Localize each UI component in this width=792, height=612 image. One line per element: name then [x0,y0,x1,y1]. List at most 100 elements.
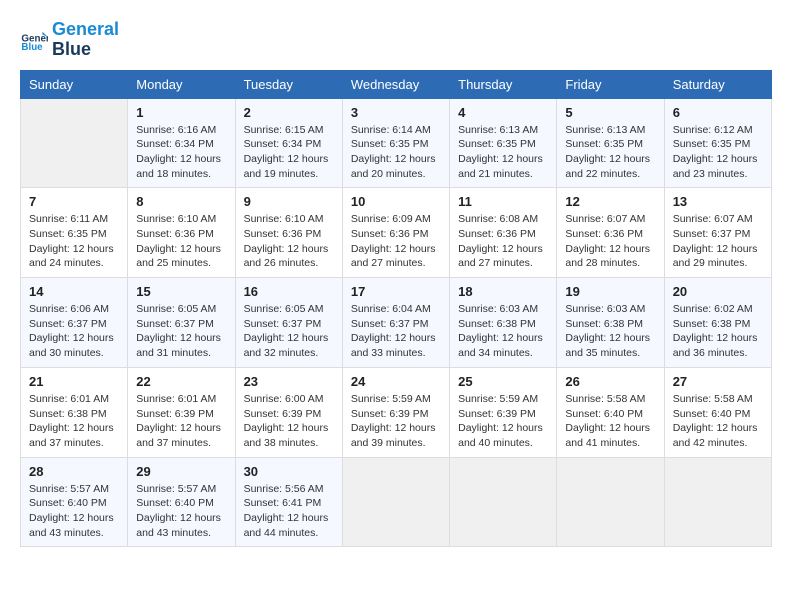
week-row-1: 1 Sunrise: 6:16 AM Sunset: 6:34 PM Daylig… [21,98,772,188]
calendar-cell [342,457,449,547]
day-number: 24 [351,374,441,389]
header-day-monday: Monday [128,70,235,98]
day-info: Sunrise: 6:13 AM Sunset: 6:35 PM Dayligh… [458,123,548,182]
calendar-cell: 10 Sunrise: 6:09 AM Sunset: 6:36 PM Dayli… [342,188,449,278]
day-info: Sunrise: 6:05 AM Sunset: 6:37 PM Dayligh… [244,302,334,361]
day-number: 29 [136,464,226,479]
day-number: 13 [673,194,763,209]
logo-icon: General Blue [20,26,48,54]
day-number: 6 [673,105,763,120]
calendar-cell: 18 Sunrise: 6:03 AM Sunset: 6:38 PM Dayli… [450,278,557,368]
day-info: Sunrise: 6:07 AM Sunset: 6:36 PM Dayligh… [565,212,655,271]
day-number: 9 [244,194,334,209]
day-number: 7 [29,194,119,209]
calendar-cell [21,98,128,188]
calendar-cell: 1 Sunrise: 6:16 AM Sunset: 6:34 PM Daylig… [128,98,235,188]
day-number: 26 [565,374,655,389]
day-info: Sunrise: 6:10 AM Sunset: 6:36 PM Dayligh… [136,212,226,271]
day-number: 25 [458,374,548,389]
day-number: 8 [136,194,226,209]
day-number: 2 [244,105,334,120]
day-number: 1 [136,105,226,120]
day-number: 10 [351,194,441,209]
calendar-cell: 26 Sunrise: 5:58 AM Sunset: 6:40 PM Dayli… [557,367,664,457]
calendar-cell: 20 Sunrise: 6:02 AM Sunset: 6:38 PM Dayli… [664,278,771,368]
day-info: Sunrise: 6:10 AM Sunset: 6:36 PM Dayligh… [244,212,334,271]
calendar-cell: 28 Sunrise: 5:57 AM Sunset: 6:40 PM Dayli… [21,457,128,547]
logo: General Blue GeneralBlue [20,20,119,60]
day-info: Sunrise: 6:11 AM Sunset: 6:35 PM Dayligh… [29,212,119,271]
day-info: Sunrise: 6:08 AM Sunset: 6:36 PM Dayligh… [458,212,548,271]
calendar-table: SundayMondayTuesdayWednesdayThursdayFrid… [20,70,772,548]
calendar-cell: 30 Sunrise: 5:56 AM Sunset: 6:41 PM Dayli… [235,457,342,547]
calendar-cell: 16Sunrise: 6:05 AM Sunset: 6:37 PM Dayli… [235,278,342,368]
header-day-saturday: Saturday [664,70,771,98]
day-number: 22 [136,374,226,389]
header-day-sunday: Sunday [21,70,128,98]
calendar-cell: 22Sunrise: 6:01 AM Sunset: 6:39 PM Dayli… [128,367,235,457]
calendar-cell: 14 Sunrise: 6:06 AM Sunset: 6:37 PM Dayli… [21,278,128,368]
week-row-5: 28 Sunrise: 5:57 AM Sunset: 6:40 PM Dayli… [21,457,772,547]
day-info: Sunrise: 6:09 AM Sunset: 6:36 PM Dayligh… [351,212,441,271]
calendar-cell: 27 Sunrise: 5:58 AM Sunset: 6:40 PM Dayli… [664,367,771,457]
calendar-cell: 25 Sunrise: 5:59 AM Sunset: 6:39 PM Dayli… [450,367,557,457]
calendar-cell: 23Sunrise: 6:00 AM Sunset: 6:39 PM Dayli… [235,367,342,457]
day-info: Sunrise: 6:02 AM Sunset: 6:38 PM Dayligh… [673,302,763,361]
calendar-cell: 5Sunrise: 6:13 AM Sunset: 6:35 PM Daylig… [557,98,664,188]
day-info: Sunrise: 6:15 AM Sunset: 6:34 PM Dayligh… [244,123,334,182]
calendar-cell [450,457,557,547]
calendar-cell: 19Sunrise: 6:03 AM Sunset: 6:38 PM Dayli… [557,278,664,368]
calendar-cell: 17 Sunrise: 6:04 AM Sunset: 6:37 PM Dayli… [342,278,449,368]
calendar-cell: 9 Sunrise: 6:10 AM Sunset: 6:36 PM Daylig… [235,188,342,278]
day-info: Sunrise: 5:56 AM Sunset: 6:41 PM Dayligh… [244,482,334,541]
day-info: Sunrise: 6:14 AM Sunset: 6:35 PM Dayligh… [351,123,441,182]
day-number: 30 [244,464,334,479]
day-info: Sunrise: 5:57 AM Sunset: 6:40 PM Dayligh… [136,482,226,541]
day-number: 17 [351,284,441,299]
day-info: Sunrise: 6:03 AM Sunset: 6:38 PM Dayligh… [565,302,655,361]
day-number: 14 [29,284,119,299]
day-info: Sunrise: 6:13 AM Sunset: 6:35 PM Dayligh… [565,123,655,182]
calendar-cell: 21Sunrise: 6:01 AM Sunset: 6:38 PM Dayli… [21,367,128,457]
day-number: 15 [136,284,226,299]
header-day-wednesday: Wednesday [342,70,449,98]
week-row-3: 14 Sunrise: 6:06 AM Sunset: 6:37 PM Dayli… [21,278,772,368]
header-day-friday: Friday [557,70,664,98]
day-info: Sunrise: 5:59 AM Sunset: 6:39 PM Dayligh… [351,392,441,451]
day-info: Sunrise: 5:58 AM Sunset: 6:40 PM Dayligh… [565,392,655,451]
calendar-cell: 6 Sunrise: 6:12 AM Sunset: 6:35 PM Daylig… [664,98,771,188]
day-info: Sunrise: 6:03 AM Sunset: 6:38 PM Dayligh… [458,302,548,361]
header-day-thursday: Thursday [450,70,557,98]
logo-text: GeneralBlue [52,20,119,60]
day-info: Sunrise: 6:16 AM Sunset: 6:34 PM Dayligh… [136,123,226,182]
calendar-cell [557,457,664,547]
week-row-2: 7 Sunrise: 6:11 AM Sunset: 6:35 PM Daylig… [21,188,772,278]
calendar-cell: 13Sunrise: 6:07 AM Sunset: 6:37 PM Dayli… [664,188,771,278]
week-row-4: 21Sunrise: 6:01 AM Sunset: 6:38 PM Dayli… [21,367,772,457]
calendar-cell [664,457,771,547]
day-number: 20 [673,284,763,299]
header-day-tuesday: Tuesday [235,70,342,98]
day-number: 11 [458,194,548,209]
calendar-cell: 8 Sunrise: 6:10 AM Sunset: 6:36 PM Daylig… [128,188,235,278]
day-number: 23 [244,374,334,389]
day-number: 27 [673,374,763,389]
day-number: 12 [565,194,655,209]
day-number: 18 [458,284,548,299]
day-info: Sunrise: 5:58 AM Sunset: 6:40 PM Dayligh… [673,392,763,451]
header-row: SundayMondayTuesdayWednesdayThursdayFrid… [21,70,772,98]
day-number: 28 [29,464,119,479]
calendar-cell: 2 Sunrise: 6:15 AM Sunset: 6:34 PM Daylig… [235,98,342,188]
day-info: Sunrise: 5:59 AM Sunset: 6:39 PM Dayligh… [458,392,548,451]
day-info: Sunrise: 6:12 AM Sunset: 6:35 PM Dayligh… [673,123,763,182]
day-info: Sunrise: 5:57 AM Sunset: 6:40 PM Dayligh… [29,482,119,541]
calendar-cell: 11 Sunrise: 6:08 AM Sunset: 6:36 PM Dayli… [450,188,557,278]
page-header: General Blue GeneralBlue [20,20,772,60]
calendar-cell: 24 Sunrise: 5:59 AM Sunset: 6:39 PM Dayli… [342,367,449,457]
day-number: 21 [29,374,119,389]
day-info: Sunrise: 6:04 AM Sunset: 6:37 PM Dayligh… [351,302,441,361]
calendar-cell: 3Sunrise: 6:14 AM Sunset: 6:35 PM Daylig… [342,98,449,188]
day-info: Sunrise: 6:06 AM Sunset: 6:37 PM Dayligh… [29,302,119,361]
calendar-cell: 4 Sunrise: 6:13 AM Sunset: 6:35 PM Daylig… [450,98,557,188]
day-number: 4 [458,105,548,120]
